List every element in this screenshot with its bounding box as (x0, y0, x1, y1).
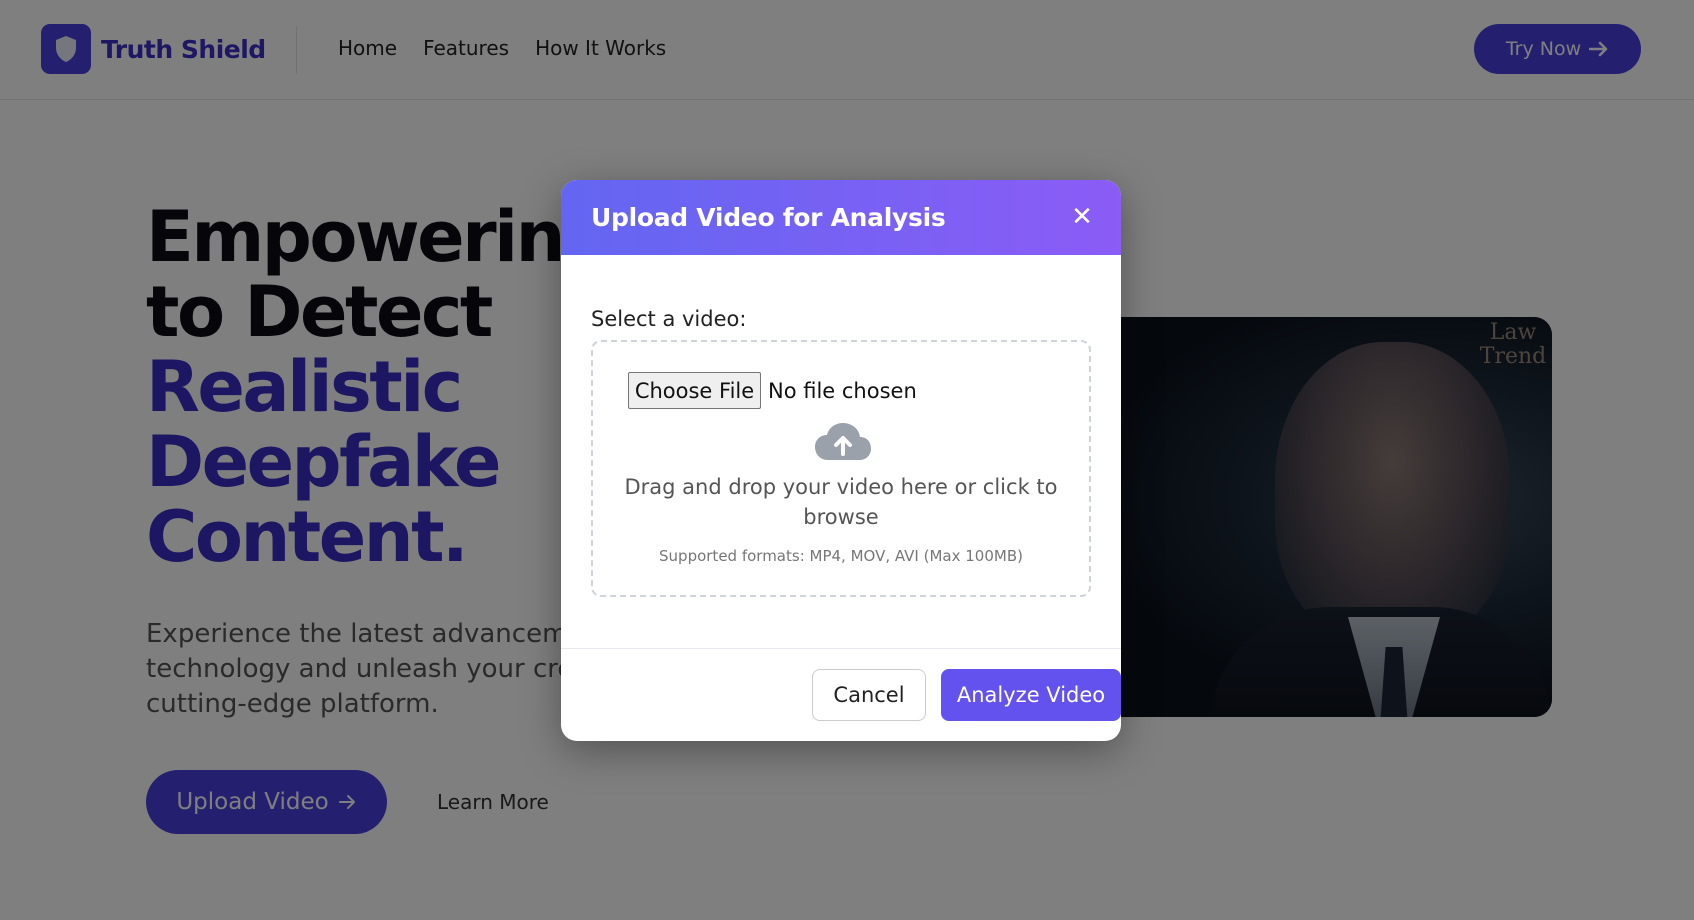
analyze-video-button[interactable]: Analyze Video (941, 669, 1121, 721)
modal-header: Upload Video for Analysis ✕ (561, 180, 1121, 255)
modal-footer: Cancel Analyze Video (561, 648, 1121, 741)
video-dropzone[interactable]: Choose File No file chosen Drag and drop… (591, 340, 1091, 597)
cloud-upload-icon (815, 423, 871, 460)
modal-title: Upload Video for Analysis (591, 203, 946, 232)
choose-file-button[interactable]: Choose File (628, 372, 761, 409)
file-status: No file chosen (768, 378, 917, 403)
cancel-button[interactable]: Cancel (812, 669, 926, 721)
supported-formats: Supported formats: MP4, MOV, AVI (Max 10… (659, 547, 1023, 565)
drop-instructions: Drag and drop your video here or click t… (624, 475, 1058, 529)
close-icon[interactable]: ✕ (1069, 204, 1095, 230)
upload-modal: Upload Video for Analysis ✕ Select a vid… (561, 180, 1121, 741)
file-input[interactable]: Choose File No file chosen (628, 372, 917, 409)
select-video-label: Select a video: (591, 307, 747, 331)
